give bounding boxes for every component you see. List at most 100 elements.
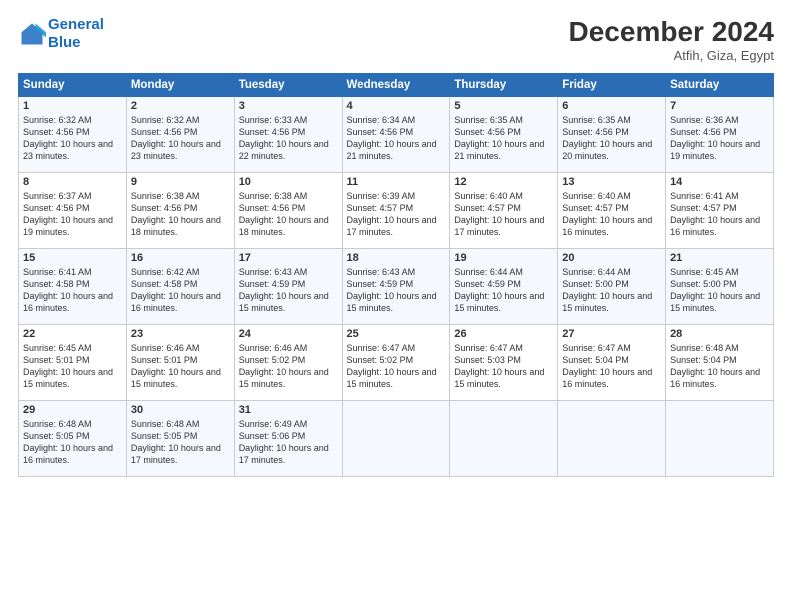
day-info: Sunrise: 6:40 AMSunset: 4:57 PMDaylight:… [562,191,652,237]
day-number: 31 [239,404,338,416]
day-info: Sunrise: 6:37 AMSunset: 4:56 PMDaylight:… [23,191,113,237]
day-info: Sunrise: 6:49 AMSunset: 5:06 PMDaylight:… [239,419,329,465]
day-number: 26 [454,328,553,340]
calendar-cell [558,401,666,477]
calendar-cell: 11 Sunrise: 6:39 AMSunset: 4:57 PMDaylig… [342,173,450,249]
day-info: Sunrise: 6:41 AMSunset: 4:58 PMDaylight:… [23,267,113,313]
day-number: 25 [347,328,446,340]
day-number: 21 [670,252,769,264]
col-thursday: Thursday [450,74,558,97]
day-number: 17 [239,252,338,264]
day-info: Sunrise: 6:47 AMSunset: 5:02 PMDaylight:… [347,343,437,389]
calendar-cell: 19 Sunrise: 6:44 AMSunset: 4:59 PMDaylig… [450,249,558,325]
day-number: 3 [239,100,338,112]
calendar-cell: 20 Sunrise: 6:44 AMSunset: 5:00 PMDaylig… [558,249,666,325]
day-info: Sunrise: 6:45 AMSunset: 5:00 PMDaylight:… [670,267,760,313]
calendar-cell: 16 Sunrise: 6:42 AMSunset: 4:58 PMDaylig… [126,249,234,325]
calendar-cell: 7 Sunrise: 6:36 AMSunset: 4:56 PMDayligh… [666,97,774,173]
day-number: 28 [670,328,769,340]
day-info: Sunrise: 6:47 AMSunset: 5:04 PMDaylight:… [562,343,652,389]
calendar-cell: 29 Sunrise: 6:48 AMSunset: 5:05 PMDaylig… [19,401,127,477]
calendar-cell: 24 Sunrise: 6:46 AMSunset: 5:02 PMDaylig… [234,325,342,401]
calendar-cell: 12 Sunrise: 6:40 AMSunset: 4:57 PMDaylig… [450,173,558,249]
day-info: Sunrise: 6:32 AMSunset: 4:56 PMDaylight:… [23,115,113,161]
calendar-cell: 21 Sunrise: 6:45 AMSunset: 5:00 PMDaylig… [666,249,774,325]
day-number: 6 [562,100,661,112]
day-info: Sunrise: 6:46 AMSunset: 5:02 PMDaylight:… [239,343,329,389]
calendar-cell: 9 Sunrise: 6:38 AMSunset: 4:56 PMDayligh… [126,173,234,249]
calendar-cell [342,401,450,477]
day-info: Sunrise: 6:35 AMSunset: 4:56 PMDaylight:… [454,115,544,161]
col-saturday: Saturday [666,74,774,97]
day-info: Sunrise: 6:48 AMSunset: 5:05 PMDaylight:… [131,419,221,465]
logo: GeneralBlue [18,16,104,52]
col-monday: Monday [126,74,234,97]
day-info: Sunrise: 6:42 AMSunset: 4:58 PMDaylight:… [131,267,221,313]
day-info: Sunrise: 6:44 AMSunset: 4:59 PMDaylight:… [454,267,544,313]
col-friday: Friday [558,74,666,97]
header-row: Sunday Monday Tuesday Wednesday Thursday… [19,74,774,97]
day-number: 4 [347,100,446,112]
calendar-cell: 25 Sunrise: 6:47 AMSunset: 5:02 PMDaylig… [342,325,450,401]
calendar-cell: 13 Sunrise: 6:40 AMSunset: 4:57 PMDaylig… [558,173,666,249]
week-row-4: 22 Sunrise: 6:45 AMSunset: 5:01 PMDaylig… [19,325,774,401]
day-number: 19 [454,252,553,264]
calendar-cell: 1 Sunrise: 6:32 AMSunset: 4:56 PMDayligh… [19,97,127,173]
day-number: 30 [131,404,230,416]
calendar-cell: 22 Sunrise: 6:45 AMSunset: 5:01 PMDaylig… [19,325,127,401]
day-info: Sunrise: 6:40 AMSunset: 4:57 PMDaylight:… [454,191,544,237]
day-number: 2 [131,100,230,112]
day-info: Sunrise: 6:43 AMSunset: 4:59 PMDaylight:… [239,267,329,313]
day-number: 14 [670,176,769,188]
day-number: 16 [131,252,230,264]
day-info: Sunrise: 6:38 AMSunset: 4:56 PMDaylight:… [131,191,221,237]
calendar-cell: 18 Sunrise: 6:43 AMSunset: 4:59 PMDaylig… [342,249,450,325]
day-info: Sunrise: 6:33 AMSunset: 4:56 PMDaylight:… [239,115,329,161]
calendar-cell: 5 Sunrise: 6:35 AMSunset: 4:56 PMDayligh… [450,97,558,173]
day-number: 13 [562,176,661,188]
day-info: Sunrise: 6:47 AMSunset: 5:03 PMDaylight:… [454,343,544,389]
day-number: 8 [23,176,122,188]
week-row-1: 1 Sunrise: 6:32 AMSunset: 4:56 PMDayligh… [19,97,774,173]
logo-icon [18,20,46,48]
calendar-cell: 15 Sunrise: 6:41 AMSunset: 4:58 PMDaylig… [19,249,127,325]
month-title: December 2024 [569,16,774,48]
calendar-cell: 6 Sunrise: 6:35 AMSunset: 4:56 PMDayligh… [558,97,666,173]
day-number: 9 [131,176,230,188]
day-number: 24 [239,328,338,340]
day-info: Sunrise: 6:48 AMSunset: 5:05 PMDaylight:… [23,419,113,465]
day-info: Sunrise: 6:32 AMSunset: 4:56 PMDaylight:… [131,115,221,161]
calendar-cell: 4 Sunrise: 6:34 AMSunset: 4:56 PMDayligh… [342,97,450,173]
week-row-3: 15 Sunrise: 6:41 AMSunset: 4:58 PMDaylig… [19,249,774,325]
day-info: Sunrise: 6:43 AMSunset: 4:59 PMDaylight:… [347,267,437,313]
day-info: Sunrise: 6:44 AMSunset: 5:00 PMDaylight:… [562,267,652,313]
col-sunday: Sunday [19,74,127,97]
day-number: 5 [454,100,553,112]
day-info: Sunrise: 6:48 AMSunset: 5:04 PMDaylight:… [670,343,760,389]
page: GeneralBlue December 2024 Atfih, Giza, E… [0,0,792,612]
day-info: Sunrise: 6:38 AMSunset: 4:56 PMDaylight:… [239,191,329,237]
day-number: 27 [562,328,661,340]
calendar-cell: 14 Sunrise: 6:41 AMSunset: 4:57 PMDaylig… [666,173,774,249]
day-info: Sunrise: 6:41 AMSunset: 4:57 PMDaylight:… [670,191,760,237]
day-number: 10 [239,176,338,188]
day-number: 12 [454,176,553,188]
day-number: 29 [23,404,122,416]
day-number: 23 [131,328,230,340]
calendar-cell: 17 Sunrise: 6:43 AMSunset: 4:59 PMDaylig… [234,249,342,325]
day-number: 18 [347,252,446,264]
header: GeneralBlue December 2024 Atfih, Giza, E… [18,16,774,63]
calendar-cell: 28 Sunrise: 6:48 AMSunset: 5:04 PMDaylig… [666,325,774,401]
col-tuesday: Tuesday [234,74,342,97]
day-info: Sunrise: 6:35 AMSunset: 4:56 PMDaylight:… [562,115,652,161]
day-number: 15 [23,252,122,264]
calendar-cell: 10 Sunrise: 6:38 AMSunset: 4:56 PMDaylig… [234,173,342,249]
calendar-cell: 2 Sunrise: 6:32 AMSunset: 4:56 PMDayligh… [126,97,234,173]
calendar-table: Sunday Monday Tuesday Wednesday Thursday… [18,73,774,477]
col-wednesday: Wednesday [342,74,450,97]
title-block: December 2024 Atfih, Giza, Egypt [569,16,774,63]
calendar-cell [666,401,774,477]
calendar-cell: 23 Sunrise: 6:46 AMSunset: 5:01 PMDaylig… [126,325,234,401]
logo-text: GeneralBlue [48,16,104,52]
day-number: 22 [23,328,122,340]
